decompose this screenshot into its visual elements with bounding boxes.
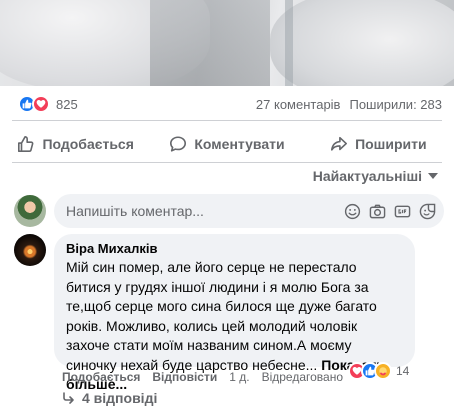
photo-sheet-right [270, 0, 454, 86]
comment-input-placeholder: Напишіть коментар... [66, 203, 204, 219]
gif-icon[interactable] [394, 203, 411, 220]
comment-meta: Подобається Відповісти 1 д. Відредагован… [62, 370, 343, 384]
reaction-count: 825 [56, 96, 78, 112]
comments-count-link[interactable]: 27 коментарів [256, 97, 341, 112]
like-label: Подобається [42, 136, 134, 152]
comment-reply-link[interactable]: Відповісти [152, 370, 217, 384]
camera-icon[interactable] [369, 203, 386, 220]
post-reactions[interactable]: 825 [18, 95, 78, 113]
view-replies-link[interactable]: 4 відповіді [62, 390, 157, 406]
comment-label: Коментувати [194, 136, 285, 152]
caret-down-icon [428, 173, 438, 179]
post-photo[interactable] [0, 0, 454, 86]
comment-composer: Напишіть коментар... [14, 194, 444, 228]
sort-label: Найактуальніші [312, 168, 422, 184]
comment-like-link[interactable]: Подобається [62, 370, 140, 384]
comment-reaction-count: 14 [396, 364, 410, 378]
divider-bottom [12, 162, 442, 163]
love-reaction-icon [32, 95, 50, 113]
comment-sort-dropdown[interactable]: Найактуальніші [313, 168, 438, 184]
post-stats: 825 27 коментарів Поширили: 283 [0, 92, 454, 116]
comment-input[interactable]: Напишіть коментар... [54, 194, 444, 228]
thumbs-up-icon [18, 135, 34, 153]
comment-time[interactable]: 1 д. [229, 370, 249, 384]
current-user-avatar[interactable] [14, 195, 46, 227]
comment-edited: Відредаговано [261, 370, 344, 384]
commenter-avatar[interactable] [14, 234, 46, 266]
share-arrow-icon [331, 136, 348, 151]
divider-top [12, 120, 442, 121]
sticker-icon[interactable] [419, 203, 436, 220]
like-button[interactable]: Подобається [0, 126, 151, 162]
share-label: Поширити [355, 136, 427, 152]
shares-count-link[interactable]: Поширили: 283 [349, 97, 442, 112]
photo-bed-frame [150, 0, 270, 86]
care-reaction-icon [374, 362, 392, 380]
reply-arrow-icon [63, 392, 74, 404]
replies-label: 4 відповіді [82, 390, 158, 406]
share-button[interactable]: Поширити [303, 126, 454, 162]
comment-button[interactable]: Коментувати [151, 126, 302, 162]
comment-reactions[interactable]: 14 [348, 362, 409, 380]
comment-bubble-icon [170, 136, 187, 152]
post-actions: Подобається Коментувати Поширити [0, 126, 454, 162]
comment-bubble: Віра Михалків Мій син помер, але його се… [54, 234, 415, 392]
photo-iv-tube [285, 0, 293, 86]
emoji-icon[interactable] [344, 203, 361, 220]
comment-body: Мій син помер, але його серце не переста… [66, 259, 377, 373]
comment-author[interactable]: Віра Михалків [66, 240, 403, 257]
